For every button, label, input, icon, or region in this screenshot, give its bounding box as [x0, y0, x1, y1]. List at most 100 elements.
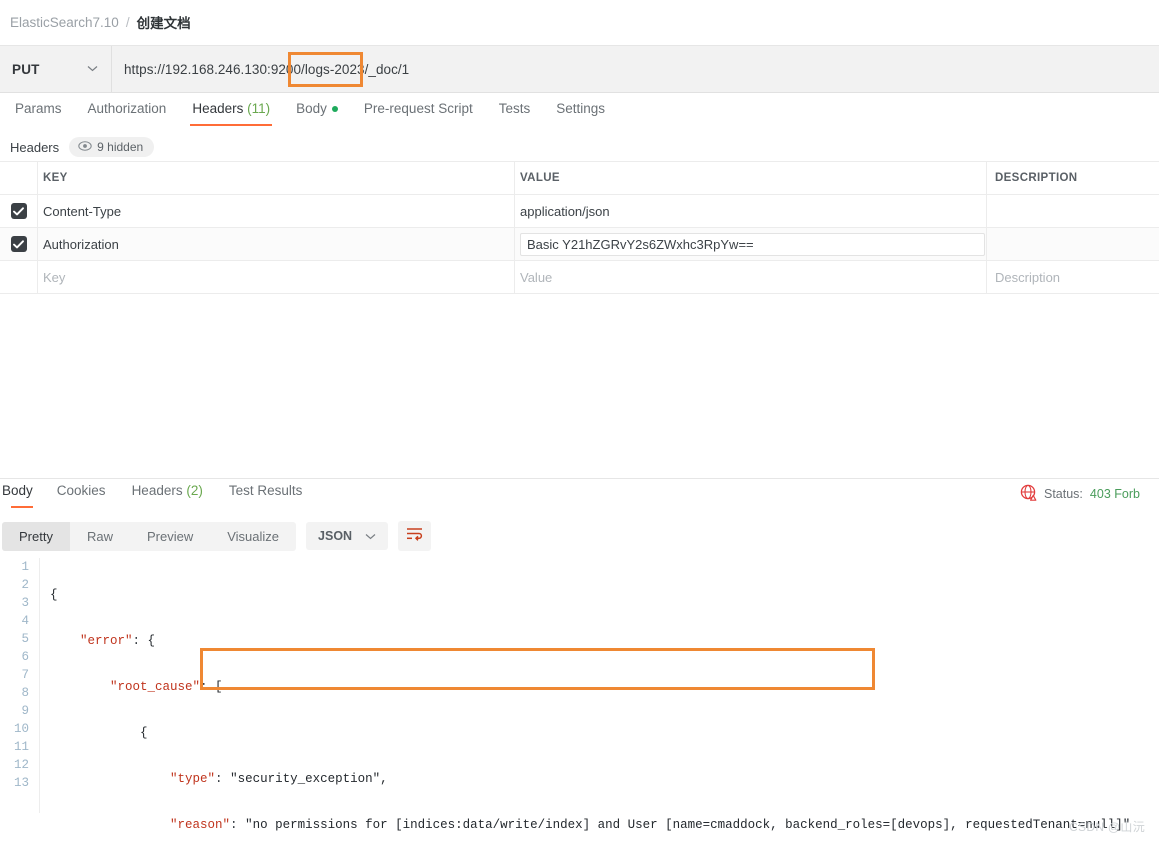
line-number: 1 [21, 560, 29, 574]
line-number: 7 [21, 668, 29, 682]
column-header-description: DESCRIPTION [995, 172, 1078, 184]
tab-params[interactable]: Params [2, 98, 75, 126]
line-number: 6 [21, 650, 29, 664]
response-tab-body-label: Body [2, 483, 33, 498]
view-mode-pretty-label: Pretty [19, 528, 53, 544]
view-mode-raw-label: Raw [86, 528, 113, 544]
postman-window: ElasticSearch7.10 / 创建文档 PUT https://192… [0, 0, 1159, 849]
response-divider [0, 478, 1159, 479]
code-content[interactable]: { "error": { "root_cause": [ { "type": "… [40, 558, 1159, 832]
tab-body[interactable]: Body [283, 98, 351, 126]
tab-headers[interactable]: Headers (11) [179, 98, 283, 126]
line-number: 5 [21, 632, 29, 646]
tab-pre-request-script[interactable]: Pre-request Script [351, 98, 486, 126]
view-mode-preview-label: Preview [146, 528, 194, 544]
response-tab-body[interactable]: Body [0, 480, 44, 508]
view-mode-visualize[interactable]: Visualize [210, 522, 296, 551]
response-view-mode-group: Pretty Raw Preview Visualize [2, 521, 297, 551]
response-tab-test-results[interactable]: Test Results [216, 480, 316, 508]
eye-icon [78, 140, 92, 154]
header-key-cell[interactable]: Authorization [43, 237, 119, 252]
header-value-input[interactable]: Basic Y21hZGRvY2s6ZWxhc3RpYw== [520, 232, 985, 256]
new-header-description-input[interactable]: Description [995, 270, 1060, 285]
line-number: 12 [13, 758, 29, 772]
line-number: 9 [21, 704, 29, 718]
http-method-label: PUT [12, 61, 40, 77]
headers-subheader: Headers 9 hidden [0, 134, 1159, 160]
request-tabs: Params Authorization Headers (11) Body P… [0, 98, 1159, 130]
breadcrumb-current-request[interactable]: 创建文档 [137, 12, 191, 32]
row-checkbox-cell[interactable] [0, 195, 38, 227]
code-line: "error": { [80, 634, 156, 648]
header-value-cell[interactable]: application/json [520, 204, 610, 219]
tab-headers-label: Headers [192, 101, 244, 116]
line-number: 11 [13, 740, 29, 754]
response-tab-headers-label: Headers [131, 483, 183, 498]
code-line: "type": "security_exception", [170, 772, 388, 786]
code-line: "root_cause": [ [110, 680, 223, 694]
response-body-code-viewer[interactable]: 1 2 3 4 5 6 7 8 9 10 11 12 13 { "error":… [0, 558, 1159, 832]
new-header-value-input[interactable]: Value [520, 270, 552, 285]
table-row: Authorization Basic Y21hZGRvY2s6ZWxhc3Rp… [0, 228, 1159, 261]
chevron-down-icon [365, 529, 376, 543]
globe-warning-icon [1020, 484, 1037, 504]
body-modified-dot-icon [331, 106, 338, 113]
table-row-placeholder: Key Value Description [0, 261, 1159, 294]
hidden-headers-chip[interactable]: 9 hidden [69, 137, 155, 157]
row-checkbox-cell[interactable] [0, 228, 38, 260]
watermark: CSDN @山沅 [1069, 820, 1145, 834]
response-tabs: Body Cookies Headers (2) Test Results [0, 480, 1159, 512]
checkbox-checked-icon[interactable] [10, 236, 27, 252]
view-mode-pretty[interactable]: Pretty [2, 521, 70, 551]
tab-headers-count: (11) [247, 101, 271, 116]
line-number-gutter: 1 2 3 4 5 6 7 8 9 10 11 12 13 [0, 558, 40, 813]
response-tab-cookies-label: Cookies [56, 483, 106, 498]
breadcrumb: ElasticSearch7.10 / 创建文档 [0, 0, 1159, 44]
wrap-text-icon [406, 527, 423, 546]
view-mode-visualize-label: Visualize [227, 528, 280, 544]
tab-settings[interactable]: Settings [543, 98, 618, 126]
column-header-key: KEY [43, 172, 68, 184]
tab-tests[interactable]: Tests [486, 98, 544, 126]
header-row-check-cell [0, 162, 38, 194]
table-row: Content-Type application/json [0, 195, 1159, 228]
response-tab-headers-count: (2) [186, 483, 203, 498]
headers-table: KEY VALUE DESCRIPTION Content-Type appli… [0, 161, 1159, 294]
view-mode-raw[interactable]: Raw [70, 522, 130, 551]
view-mode-preview[interactable]: Preview [130, 522, 210, 551]
breadcrumb-collection[interactable]: ElasticSearch7.10 [10, 15, 119, 30]
tab-authorization-label: Authorization [87, 101, 167, 116]
response-tab-headers[interactable]: Headers (2) [119, 480, 216, 508]
http-method-dropdown[interactable]: PUT [0, 46, 112, 92]
code-line: { [50, 726, 148, 740]
response-tab-cookies[interactable]: Cookies [44, 480, 119, 508]
tab-tests-label: Tests [498, 101, 531, 116]
checkbox-checked-icon[interactable] [10, 203, 27, 219]
line-number: 8 [21, 686, 29, 700]
tab-authorization[interactable]: Authorization [75, 98, 180, 126]
row-checkbox-cell-empty[interactable] [0, 261, 38, 293]
line-number: 2 [21, 578, 29, 592]
request-url-input[interactable]: https://192.168.246.130:9200/logs-2023/_… [112, 46, 1159, 92]
chevron-down-icon [87, 64, 98, 75]
tab-pre-request-script-label: Pre-request Script [363, 101, 473, 116]
code-line: { [50, 588, 58, 602]
response-tab-test-results-label: Test Results [228, 483, 303, 498]
response-view-toolbar: Pretty Raw Preview Visualize JSON [0, 518, 1159, 554]
status-prefix-label: Status: [1044, 487, 1083, 501]
tab-settings-label: Settings [556, 101, 606, 116]
tab-body-label: Body [296, 101, 327, 116]
response-format-dropdown[interactable]: JSON [306, 522, 389, 550]
column-header-value: VALUE [520, 172, 560, 184]
header-key-cell[interactable]: Content-Type [43, 204, 121, 219]
line-number: 13 [13, 776, 29, 790]
headers-section-title: Headers [10, 139, 60, 155]
table-header-row: KEY VALUE DESCRIPTION [0, 161, 1159, 195]
tab-params-label: Params [15, 101, 62, 116]
new-header-key-input[interactable]: Key [43, 270, 65, 285]
status-badge: 403 Forb [1089, 487, 1140, 501]
response-format-label: JSON [318, 529, 353, 543]
line-number: 3 [21, 596, 29, 610]
request-url-bar: PUT https://192.168.246.130:9200/logs-20… [0, 45, 1159, 93]
wrap-text-button[interactable] [398, 521, 432, 551]
